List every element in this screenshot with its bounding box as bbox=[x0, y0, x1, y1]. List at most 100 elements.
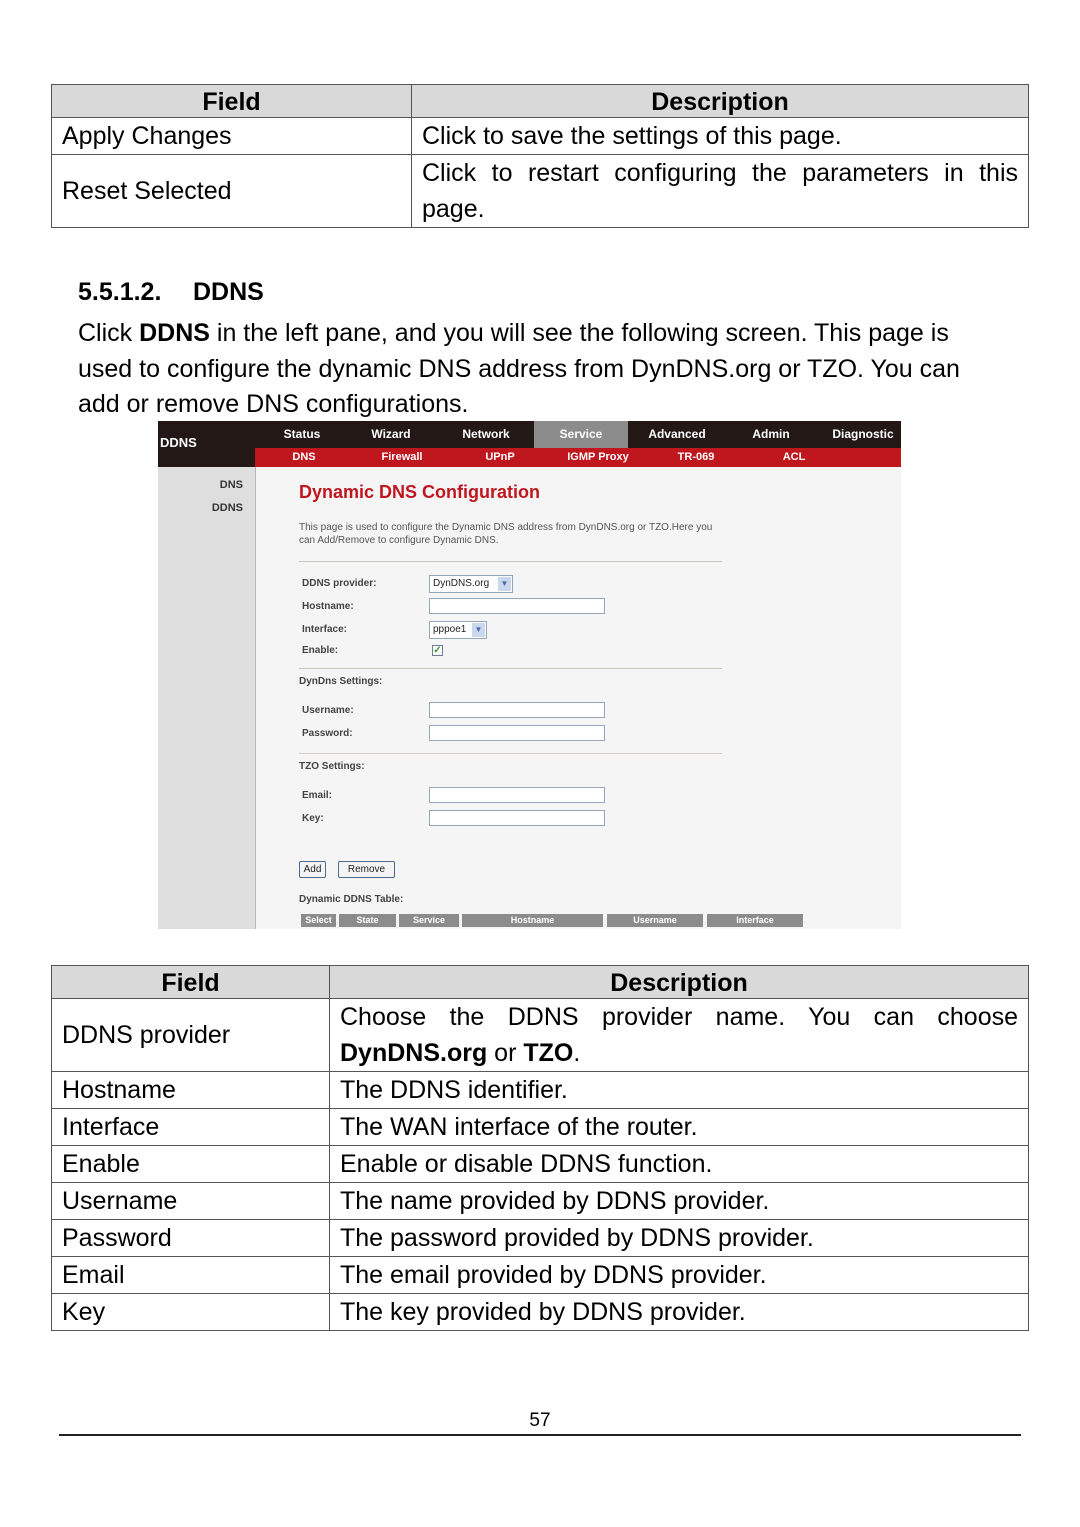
section-title: DDNS bbox=[193, 278, 264, 306]
ddns-provider-select[interactable]: DynDNS.org ▼ bbox=[429, 575, 513, 593]
description-cell: The DDNS identifier. bbox=[329, 1071, 1029, 1109]
table-row: Password The password provided by DDNS p… bbox=[51, 1219, 1029, 1257]
ddns-provider-label: DDNS provider: bbox=[302, 578, 377, 589]
header-description: Description bbox=[329, 965, 1029, 999]
description-cell: Enable or disable DDNS function. bbox=[329, 1145, 1029, 1183]
hostname-input[interactable] bbox=[429, 598, 605, 614]
enable-label: Enable: bbox=[302, 645, 339, 656]
table-row: Key The key provided by DDNS provider. bbox=[51, 1293, 1029, 1331]
subtab-firewall[interactable]: Firewall bbox=[364, 448, 440, 467]
field-cell: DDNS provider bbox=[51, 998, 330, 1072]
enable-checkbox[interactable]: ✓ bbox=[432, 645, 443, 656]
subtab-igmp-proxy[interactable]: IGMP Proxy bbox=[553, 448, 643, 467]
col-hostname: Hostname bbox=[462, 914, 603, 927]
interface-label: Interface: bbox=[302, 624, 348, 635]
chevron-down-icon: ▼ bbox=[472, 623, 485, 637]
table-row: Enable Enable or disable DDNS function. bbox=[51, 1145, 1029, 1183]
footer-divider bbox=[59, 1434, 1021, 1436]
tab-service[interactable]: Service bbox=[534, 421, 628, 448]
description-bold-tzo: TZO bbox=[523, 1039, 574, 1067]
table-row: Apply Changes Click to save the settings… bbox=[51, 117, 1029, 155]
interface-value: pppoe1 bbox=[433, 624, 467, 635]
description-cell: The name provided by DDNS provider. bbox=[329, 1182, 1029, 1220]
divider bbox=[299, 668, 722, 669]
description-cell: Click to restart configuring the paramet… bbox=[411, 154, 1029, 228]
email-label: Email: bbox=[302, 790, 333, 801]
divider bbox=[299, 753, 722, 754]
table-row: Interface The WAN interface of the route… bbox=[51, 1108, 1029, 1146]
page-description: This page is used to configure the Dynam… bbox=[299, 522, 713, 546]
field-cell: Key bbox=[51, 1293, 330, 1331]
subtab-acl[interactable]: ACL bbox=[756, 448, 832, 467]
subtab-dns[interactable]: DNS bbox=[268, 448, 340, 467]
field-cell: Interface bbox=[51, 1108, 330, 1146]
description-cell: The email provided by DDNS provider. bbox=[329, 1256, 1029, 1294]
key-input[interactable] bbox=[429, 810, 605, 826]
chevron-down-icon: ▼ bbox=[498, 577, 511, 591]
description-text: . bbox=[573, 1039, 581, 1067]
username-input[interactable] bbox=[429, 702, 605, 718]
field-cell: Username bbox=[51, 1182, 330, 1220]
table-row: Email The email provided by DDNS provide… bbox=[51, 1256, 1029, 1294]
field-cell: Apply Changes bbox=[51, 117, 412, 155]
page-number: 57 bbox=[529, 1410, 551, 1431]
field-cell: Password bbox=[51, 1219, 330, 1257]
ddns-table-title: Dynamic DDNS Table: bbox=[299, 894, 404, 905]
description-cell: Choose the DDNS provider name. You can c… bbox=[329, 998, 1029, 1072]
table-row: DDNS provider Choose the DDNS provider n… bbox=[51, 998, 1029, 1072]
field-cell: Reset Selected bbox=[51, 154, 412, 228]
apply-reset-field-table: Field Description Apply Changes Click to… bbox=[51, 84, 1029, 228]
description-cell: The password provided by DDNS provider. bbox=[329, 1219, 1029, 1257]
para-text: in the left pane, and you will see the f… bbox=[78, 319, 960, 418]
description-cell: The key provided by DDNS provider. bbox=[329, 1293, 1029, 1331]
username-label: Username: bbox=[302, 705, 354, 716]
para-text: Click bbox=[78, 319, 140, 347]
sidebar-item-dns[interactable]: DNS bbox=[220, 479, 243, 491]
ddns-field-table: Field Description DDNS provider Choose t… bbox=[51, 965, 1029, 1331]
para-bold-ddns: DDNS bbox=[139, 319, 210, 347]
table-row: Hostname The DDNS identifier. bbox=[51, 1071, 1029, 1109]
col-service: Service bbox=[399, 914, 459, 927]
hostname-label: Hostname: bbox=[302, 601, 354, 612]
subtab-upnp[interactable]: UPnP bbox=[464, 448, 536, 467]
col-username: Username bbox=[607, 914, 703, 927]
tab-admin[interactable]: Admin bbox=[724, 421, 818, 448]
remove-button[interactable]: Remove bbox=[338, 861, 395, 878]
tab-diagnostic[interactable]: Diagnostic bbox=[822, 421, 901, 448]
field-cell: Email bbox=[51, 1256, 330, 1294]
table-row: Username The name provided by DDNS provi… bbox=[51, 1182, 1029, 1220]
ddns-provider-value: DynDNS.org bbox=[433, 578, 490, 589]
description-cell: Click to save the settings of this page. bbox=[411, 117, 1029, 155]
table-header-row: Field Description bbox=[51, 965, 1029, 999]
tzo-settings-heading: TZO Settings: bbox=[299, 761, 365, 772]
password-label: Password: bbox=[302, 728, 353, 739]
router-ddns-screenshot: Status Wizard Network Service Advanced A… bbox=[158, 421, 901, 929]
field-cell: Enable bbox=[51, 1145, 330, 1183]
header-field: Field bbox=[51, 84, 412, 118]
tab-network[interactable]: Network bbox=[439, 421, 533, 448]
tab-advanced[interactable]: Advanced bbox=[630, 421, 724, 448]
description-text: or bbox=[487, 1039, 524, 1067]
col-state: State bbox=[339, 914, 396, 927]
table-header-row: Field Description bbox=[51, 84, 1029, 118]
section-number: 5.5.1.2. bbox=[78, 278, 162, 306]
page-title: Dynamic DNS Configuration bbox=[299, 482, 541, 502]
sidebar-item-ddns[interactable]: DDNS bbox=[212, 502, 243, 514]
checkmark-icon: ✓ bbox=[433, 645, 442, 656]
description-text: Choose the DDNS provider name. You can c… bbox=[340, 1003, 1018, 1031]
divider bbox=[299, 561, 722, 562]
password-input[interactable] bbox=[429, 725, 605, 741]
col-interface: Interface bbox=[707, 914, 803, 927]
add-button[interactable]: Add bbox=[299, 861, 326, 878]
description-bold-dyndns: DynDNS.org bbox=[340, 1039, 488, 1067]
interface-select[interactable]: pppoe1 ▼ bbox=[429, 621, 487, 639]
email-input[interactable] bbox=[429, 787, 605, 803]
subtab-tr069[interactable]: TR-069 bbox=[658, 448, 734, 467]
tab-status[interactable]: Status bbox=[255, 421, 349, 448]
description-cell: The WAN interface of the router. bbox=[329, 1108, 1029, 1146]
header-description: Description bbox=[411, 84, 1029, 118]
key-label: Key: bbox=[302, 813, 324, 824]
section-heading: 5.5.1.2. DDNS bbox=[78, 278, 264, 307]
section-paragraph: Click DDNS in the left pane, and you wil… bbox=[78, 316, 1008, 423]
tab-wizard[interactable]: Wizard bbox=[349, 421, 433, 448]
